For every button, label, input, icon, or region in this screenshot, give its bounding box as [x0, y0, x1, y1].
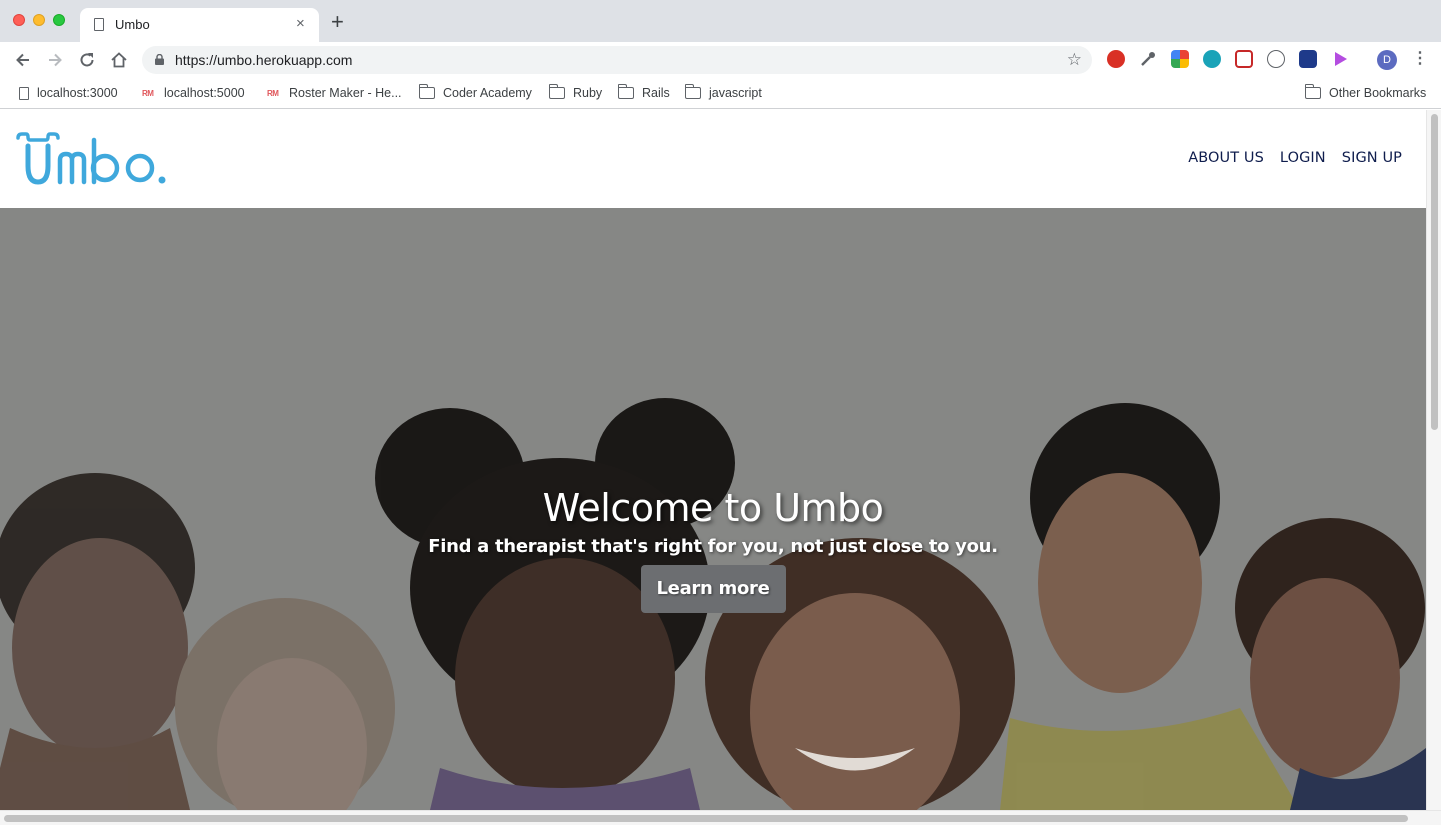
maximize-window-button[interactable] [53, 14, 65, 26]
bookmark-folder-other-bookmarks[interactable]: Other Bookmarks [1304, 84, 1427, 102]
hero-content: Welcome to Umbo Find a therapist that's … [0, 486, 1426, 613]
learn-more-button[interactable]: Learn more [640, 565, 786, 613]
bookmark-label: Roster Maker - He... [289, 86, 402, 100]
bookmark-label: Ruby [573, 86, 603, 100]
profile-avatar[interactable]: D [1377, 50, 1397, 70]
page-viewport: ABOUT US LOGIN SIGN UP Welcome to Umbo F… [0, 110, 1426, 810]
back-arrow-icon[interactable] [13, 50, 33, 70]
close-window-button[interactable] [13, 14, 25, 26]
browser-toolbar: https://umbo.herokuapp.com ☆ D ⋮ [0, 42, 1441, 78]
bookmark-localhost-3000[interactable]: localhost:3000 [19, 84, 118, 102]
folder-icon [1304, 84, 1321, 99]
browser-tab[interactable]: Umbo × [80, 8, 319, 42]
folder-icon [684, 84, 701, 99]
nav-sign-up-link[interactable]: SIGN UP [1342, 150, 1402, 166]
horizontal-scrollbar-thumb[interactable] [4, 815, 1408, 822]
tab-title: Umbo [115, 17, 150, 32]
bookmark-folder-coder-academy[interactable]: Coder Academy [418, 84, 532, 102]
color-extension-icon[interactable] [1171, 50, 1189, 68]
blue-extension-icon[interactable] [1299, 50, 1317, 68]
reload-icon[interactable] [77, 50, 97, 70]
bookmark-folder-ruby[interactable]: Ruby [548, 84, 603, 102]
bookmark-folder-javascript[interactable]: javascript [684, 84, 762, 102]
new-tab-button[interactable]: + [331, 11, 344, 33]
minimize-window-button[interactable] [33, 14, 45, 26]
address-bar[interactable]: https://umbo.herokuapp.com ☆ [142, 46, 1092, 74]
hero-subtitle: Find a therapist that's right for you, n… [428, 536, 998, 557]
hero-banner: Welcome to Umbo Find a therapist that's … [0, 208, 1426, 810]
bookmarks-bar: localhost:3000 RM localhost:5000 RM Rost… [0, 78, 1441, 109]
eyedropper-extension-icon[interactable] [1139, 50, 1157, 68]
umbo-logo[interactable] [16, 132, 168, 186]
forward-arrow-icon[interactable] [45, 50, 65, 70]
bookmark-roster-maker[interactable]: RM Roster Maker - He... [267, 84, 402, 102]
vertical-scrollbar[interactable] [1426, 110, 1441, 810]
bookmark-folder-rails[interactable]: Rails [617, 84, 670, 102]
bookmark-localhost-5000[interactable]: RM localhost:5000 [142, 84, 245, 102]
bookmark-label: Other Bookmarks [1329, 86, 1427, 100]
sync-extension-icon[interactable] [1203, 50, 1221, 68]
bookmark-star-icon[interactable]: ☆ [1067, 51, 1082, 68]
page-icon [94, 18, 104, 31]
folder-icon [418, 84, 435, 99]
rm-icon: RM [267, 88, 279, 98]
bookmark-label: localhost:3000 [37, 86, 118, 100]
adblock-extension-icon[interactable] [1107, 50, 1125, 68]
bookmark-label: Coder Academy [443, 86, 532, 100]
home-icon[interactable] [109, 50, 129, 70]
browser-menu-icon[interactable]: ⋮ [1412, 49, 1428, 69]
site-nav: ABOUT US LOGIN SIGN UP [1188, 150, 1402, 166]
tab-strip: Umbo × + [0, 0, 1441, 42]
folder-icon [617, 84, 634, 99]
bookmark-label: Rails [642, 86, 670, 100]
nav-about-us-link[interactable]: ABOUT US [1188, 150, 1264, 166]
bookmark-label: javascript [709, 86, 762, 100]
url-text[interactable]: https://umbo.herokuapp.com [175, 52, 352, 68]
lock-icon [155, 54, 164, 65]
rm-icon: RM [142, 88, 154, 98]
site-header: ABOUT US LOGIN SIGN UP [0, 110, 1426, 208]
vertical-scrollbar-thumb[interactable] [1431, 114, 1438, 430]
bookmark-label: localhost:5000 [164, 86, 245, 100]
hero-title: Welcome to Umbo [542, 486, 884, 530]
code-extension-icon[interactable] [1267, 50, 1285, 68]
folder-icon [548, 84, 565, 99]
close-tab-icon[interactable]: × [296, 15, 305, 32]
horizontal-scrollbar[interactable] [0, 810, 1441, 825]
red-extension-icon[interactable] [1235, 50, 1253, 68]
play-extension-icon[interactable] [1331, 50, 1349, 68]
page-icon [19, 86, 29, 100]
nav-login-link[interactable]: LOGIN [1280, 150, 1326, 166]
